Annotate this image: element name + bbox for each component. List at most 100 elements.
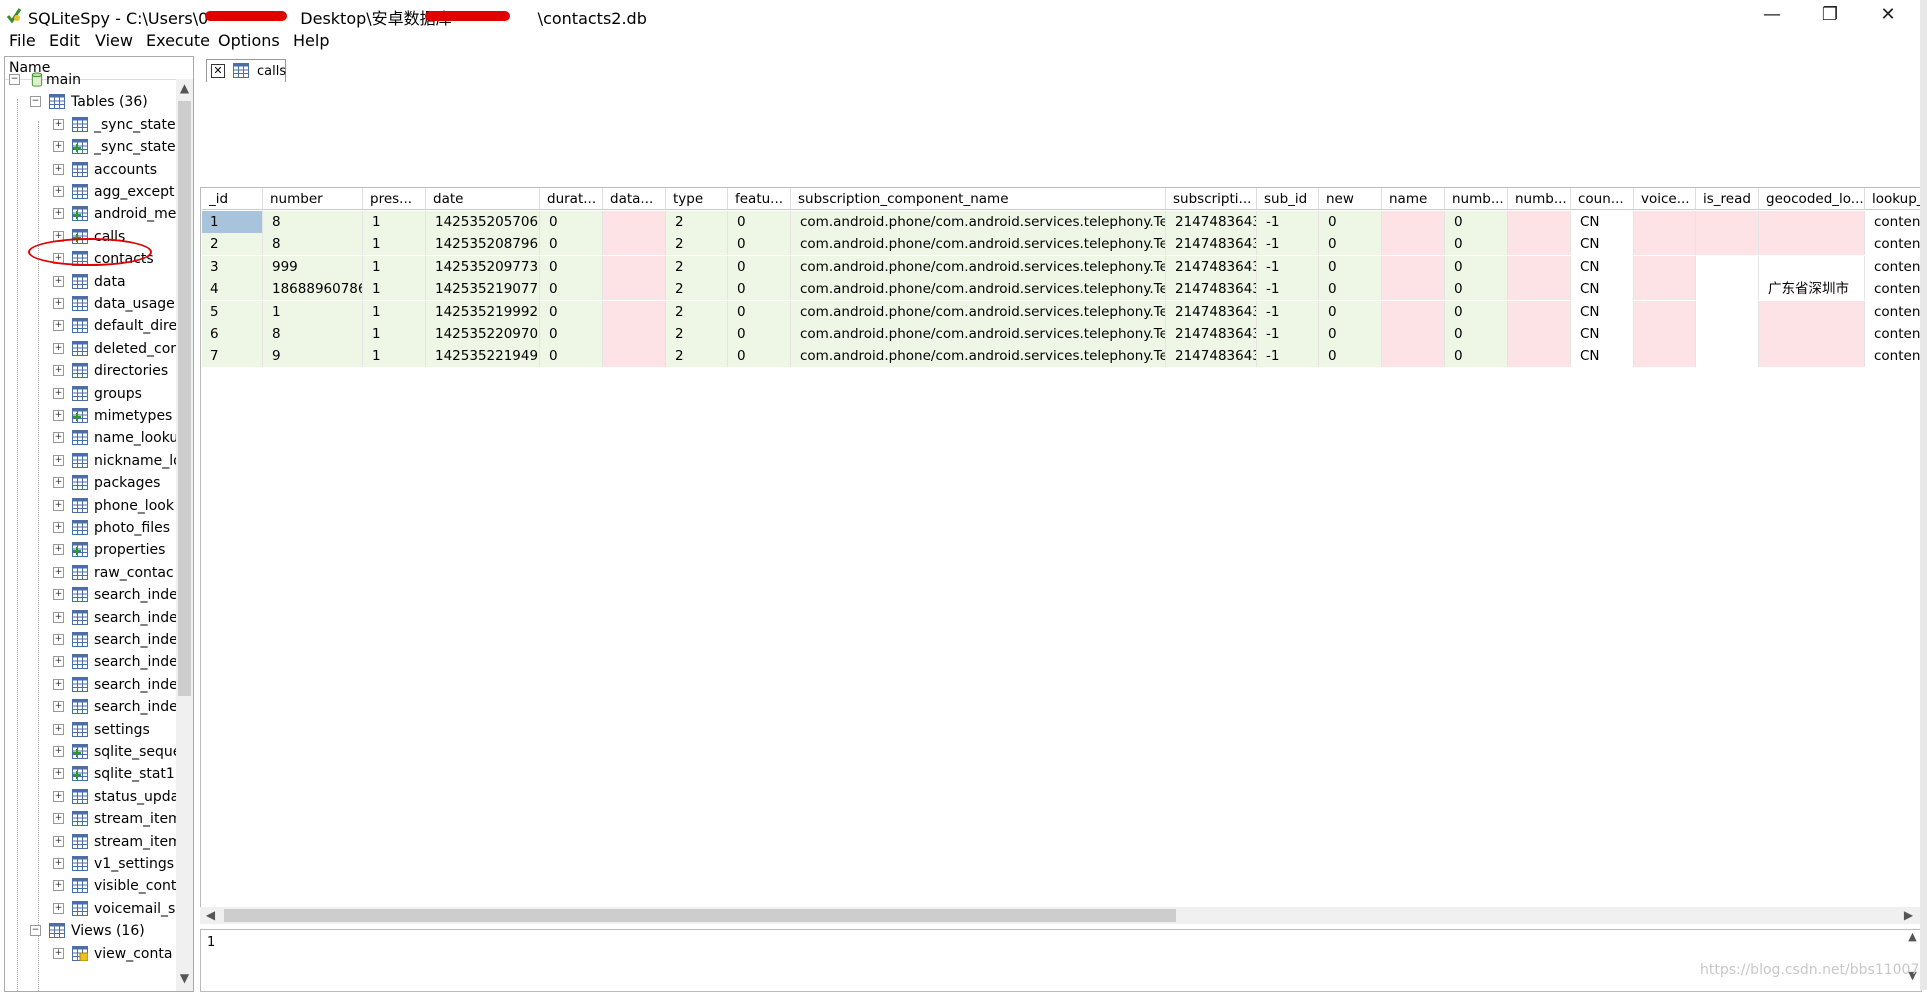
tree-node-table[interactable]: + search_inde: [5, 607, 178, 629]
column-header[interactable]: date: [426, 188, 540, 210]
grid-cell[interactable]: 1425352057063: [426, 211, 540, 233]
menu-view[interactable]: View: [95, 31, 133, 50]
grid-cell[interactable]: com.android.phone/com.android.services.t…: [791, 300, 1166, 323]
grid-cell[interactable]: 2: [666, 300, 728, 323]
grid-cell[interactable]: 9: [263, 345, 363, 368]
scroll-left-icon[interactable]: ◀: [202, 907, 219, 924]
tree-node-main[interactable]: − main: [5, 69, 173, 91]
grid-cell[interactable]: 0: [728, 300, 791, 323]
grid-cell[interactable]: com.android.phone/com.android.services.t…: [791, 323, 1166, 345]
tree-scroll-thumb[interactable]: [178, 101, 191, 696]
tree-node-table[interactable]: + raw_contac: [5, 562, 174, 584]
column-header[interactable]: new: [1319, 188, 1382, 210]
grid-cell[interactable]: 0: [1319, 300, 1382, 323]
grid-cell[interactable]: 0: [540, 211, 603, 233]
expand-icon[interactable]: +: [53, 163, 64, 175]
expand-icon[interactable]: +: [53, 880, 64, 892]
grid-cell[interactable]: [1508, 278, 1571, 301]
grid-cell[interactable]: [1634, 278, 1696, 301]
column-header[interactable]: lookup_u: [1865, 188, 1921, 210]
sql-editor[interactable]: [200, 82, 1921, 182]
grid-cell[interactable]: 2147483643: [1166, 300, 1257, 323]
grid-cell[interactable]: 1425352087968: [426, 233, 540, 256]
grid-cell[interactable]: [1696, 255, 1759, 278]
grid-cell[interactable]: 0: [1445, 233, 1508, 256]
grid-cell[interactable]: 8: [263, 211, 363, 233]
grid-cell[interactable]: 0: [1445, 211, 1508, 233]
table-row[interactable]: 4 18688960786 1 1425352190772 0 2 0 com.android…: [201, 278, 1921, 301]
grid-cell[interactable]: [603, 278, 666, 301]
expand-icon[interactable]: +: [53, 611, 64, 623]
collapse-icon[interactable]: −: [30, 925, 41, 937]
expand-icon[interactable]: +: [53, 186, 64, 197]
grid-cell[interactable]: content: [1865, 233, 1921, 255]
grid-cell[interactable]: [1696, 233, 1759, 256]
tree-node-table[interactable]: + voicemail_s: [5, 898, 175, 920]
expand-icon[interactable]: +: [53, 790, 64, 802]
grid-cell[interactable]: -1: [1257, 345, 1319, 368]
grid-cell[interactable]: [1696, 211, 1759, 233]
table-row[interactable]: 3 999 1 1425352097739 0 2 0 com.android.phone/c…: [201, 255, 1921, 278]
grid-cell[interactable]: com.android.phone/com.android.services.t…: [791, 345, 1166, 368]
minimize-button[interactable]: —: [1743, 0, 1801, 29]
grid-cell[interactable]: [1696, 278, 1759, 301]
tree-node-table[interactable]: + packages: [5, 472, 173, 494]
grid-cell[interactable]: com.android.phone/com.android.services.t…: [791, 211, 1166, 233]
column-header[interactable]: subscripti...: [1166, 188, 1257, 210]
grid-cell[interactable]: 0: [728, 278, 791, 301]
grid-cell[interactable]: [1696, 345, 1759, 368]
column-header[interactable]: name: [1382, 188, 1445, 210]
grid-cell[interactable]: [1759, 233, 1865, 256]
tree-node-table[interactable]: + name_looku: [5, 427, 178, 449]
grid-cell[interactable]: 0: [1445, 255, 1508, 278]
grid-cell[interactable]: 3: [202, 255, 263, 278]
grid-cell[interactable]: 0: [540, 300, 603, 323]
grid-cell[interactable]: [1382, 255, 1445, 278]
grid-cell[interactable]: 0: [540, 233, 603, 256]
column-header[interactable]: subscription_component_name: [791, 188, 1166, 210]
grid-cell[interactable]: [1382, 233, 1445, 256]
grid-cell[interactable]: 2: [666, 255, 728, 278]
tree-node-table[interactable]: + phone_look: [5, 495, 174, 517]
tree-node-table[interactable]: + accounts: [5, 159, 173, 181]
tree-node-table[interactable]: + deleted_cor: [5, 338, 176, 360]
grid-cell[interactable]: 0: [728, 345, 791, 368]
grid-cell[interactable]: 2147483643: [1166, 255, 1257, 278]
grid-cell[interactable]: 1: [363, 278, 426, 301]
tree-node-table[interactable]: + settings: [5, 719, 173, 741]
grid-cell[interactable]: -1: [1257, 255, 1319, 278]
grid-cell[interactable]: [1634, 233, 1696, 256]
grid-cell[interactable]: 8: [263, 233, 363, 256]
expand-icon[interactable]: +: [53, 320, 64, 332]
expand-icon[interactable]: +: [53, 678, 64, 690]
grid-cell[interactable]: [1382, 300, 1445, 323]
grid-cell[interactable]: 2: [666, 233, 728, 256]
grid-cell[interactable]: 2147483643: [1166, 211, 1257, 233]
grid-cell[interactable]: 999: [263, 255, 363, 278]
grid-cell[interactable]: 1: [363, 255, 426, 278]
grid-cell[interactable]: 2147483643: [1166, 233, 1257, 256]
grid-cell[interactable]: [1634, 345, 1696, 368]
grid-cell[interactable]: CN: [1571, 323, 1634, 345]
restore-button[interactable]: ❐: [1801, 0, 1859, 29]
grid-cell[interactable]: [1634, 300, 1696, 323]
grid-cell[interactable]: CN: [1571, 300, 1634, 323]
grid-cell[interactable]: [1508, 345, 1571, 368]
column-header[interactable]: voice...: [1634, 188, 1696, 210]
expand-icon[interactable]: +: [53, 746, 64, 757]
expand-icon[interactable]: +: [53, 298, 64, 309]
grid-cell[interactable]: [1634, 211, 1696, 233]
cell-value-panel[interactable]: 1 ▲ ▼: [200, 929, 1922, 992]
tree-node-table[interactable]: + directories: [5, 360, 173, 382]
tree-node-table[interactable]: + search_inde: [5, 651, 178, 673]
tree-node-table[interactable]: + search_inde: [5, 584, 178, 606]
grid-cell[interactable]: 1425352190772: [426, 278, 540, 301]
expand-icon[interactable]: +: [53, 208, 64, 220]
grid-cell[interactable]: [603, 300, 666, 323]
table-row[interactable]: 5 1 1 1425352199922 0 2 0 com.android.phone/com…: [201, 300, 1921, 323]
grid-cell[interactable]: CN: [1571, 211, 1634, 233]
grid-cell[interactable]: -1: [1257, 323, 1319, 345]
grid-cell[interactable]: [1759, 300, 1865, 323]
tree-node-table[interactable]: + agg_except: [5, 181, 174, 203]
grid-cell[interactable]: -1: [1257, 278, 1319, 301]
